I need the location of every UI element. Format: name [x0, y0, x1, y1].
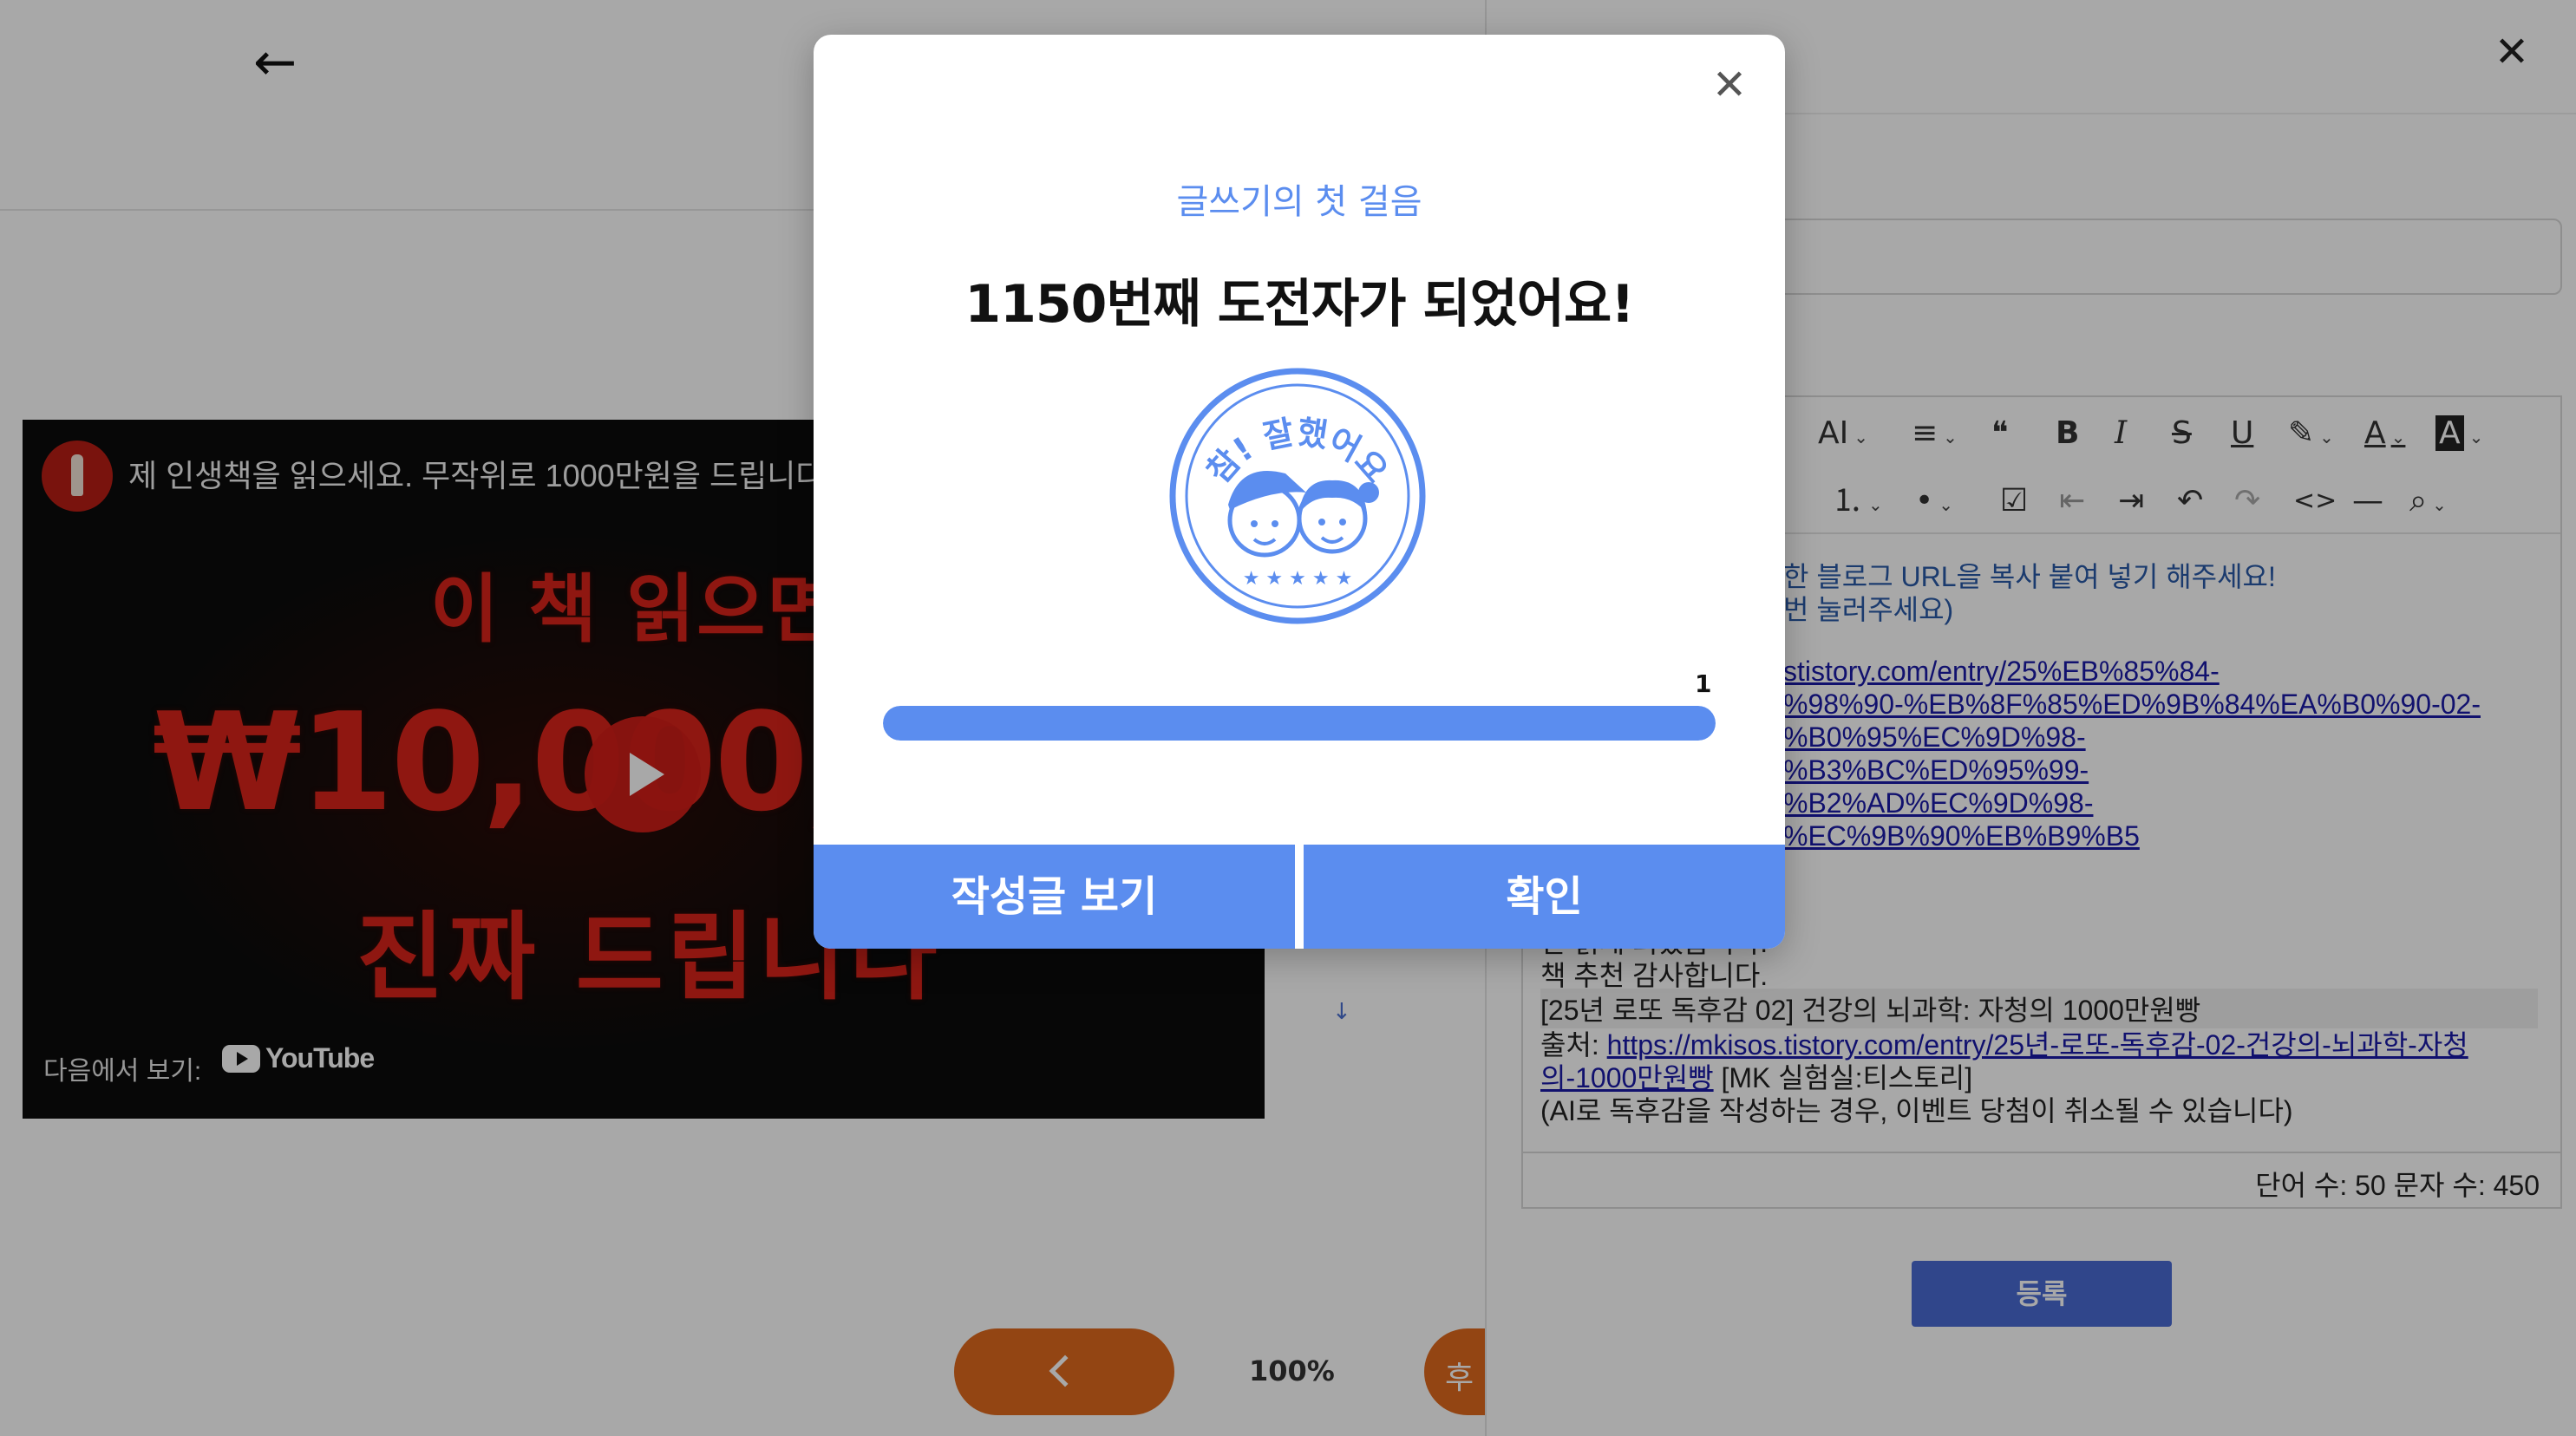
modal-title: 1150번째 도전자가 되었어요! — [964, 274, 1634, 335]
progress-bar-fill — [883, 706, 1716, 741]
stamp-text: 참! 잘했어요 — [1200, 413, 1396, 490]
confirm-button[interactable]: 확인 — [1304, 845, 1785, 949]
well-done-stamp-icon: 참! 잘했어요 ★ ★ ★ ★ ★ — [1169, 368, 1426, 624]
progress-count: 1 — [1695, 669, 1712, 698]
view-post-button[interactable]: 작성글 보기 — [814, 845, 1295, 949]
svg-text:★ ★ ★ ★ ★: ★ ★ ★ ★ ★ — [1243, 568, 1353, 590]
modal-actions: 작성글 보기 확인 — [814, 845, 1785, 949]
close-icon[interactable]: ✕ — [1703, 59, 1755, 111]
modal-subtitle: 글쓰기의 첫 걸음 — [1176, 182, 1422, 222]
button-divider — [1295, 845, 1304, 949]
achievement-modal: ✕ 글쓰기의 첫 걸음 1150번째 도전자가 되었어요! 참! 잘했어요 ★ … — [814, 35, 1785, 949]
progress-bar — [883, 706, 1716, 741]
